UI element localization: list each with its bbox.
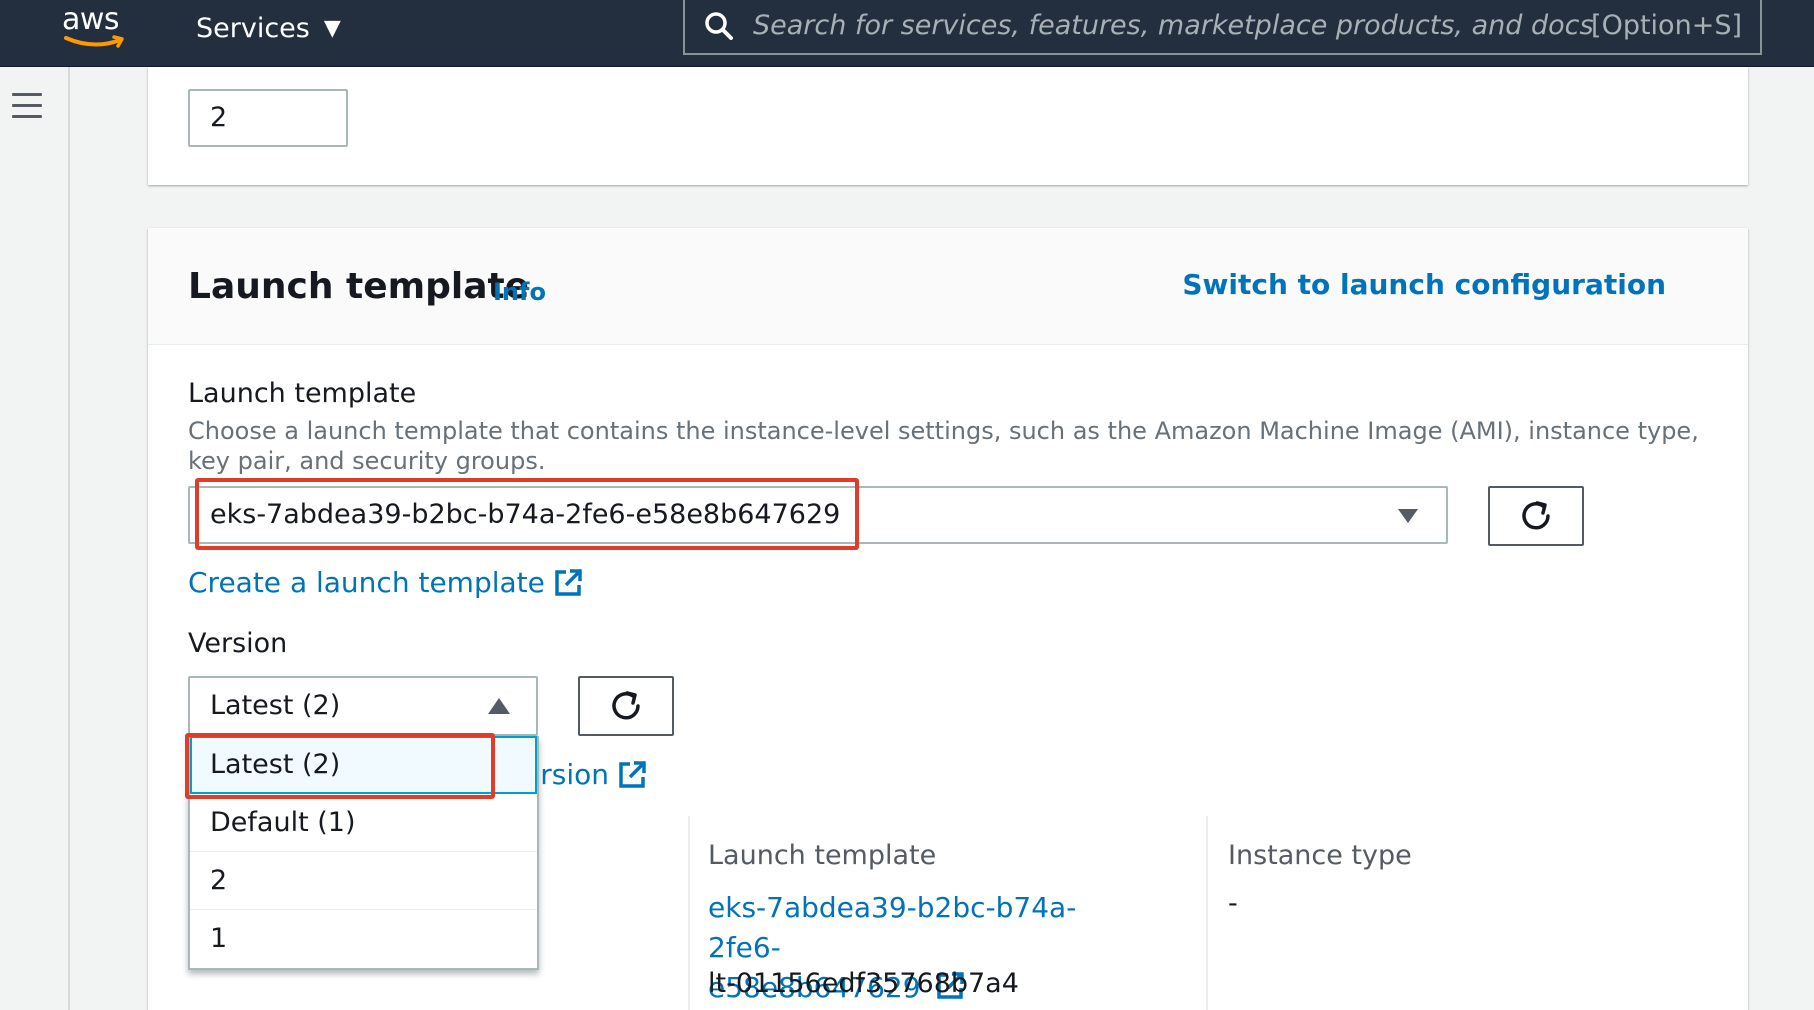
launch-template-selected-value: eks-7abdea39-b2bc-b74a-2fe6-e58e8b647629 xyxy=(210,499,841,530)
launch-template-description: Choose a launch template that contains t… xyxy=(188,417,1699,475)
version-option-latest[interactable]: Latest (2) xyxy=(190,736,537,794)
side-navigation-collapsed xyxy=(0,67,70,1010)
refresh-launch-templates-button[interactable] xyxy=(1488,486,1584,546)
aws-logo-text: aws xyxy=(62,2,120,37)
version-selected-value: Latest (2) xyxy=(210,690,341,721)
launch-template-field-label: Launch template xyxy=(188,378,417,409)
section-title: Launch template xyxy=(188,266,530,307)
refresh-versions-button[interactable] xyxy=(578,676,674,736)
external-link-icon xyxy=(619,760,646,788)
caret-down-icon: ▼ xyxy=(323,15,341,41)
refresh-icon xyxy=(1522,501,1550,530)
services-label: Services xyxy=(196,12,310,44)
version-option-default[interactable]: Default (1) xyxy=(190,794,537,852)
external-link-icon xyxy=(555,568,582,596)
section-header: Launch template Info Switch to launch co… xyxy=(148,228,1748,345)
info-link[interactable]: Info xyxy=(493,278,546,306)
switch-to-launch-configuration-link[interactable]: Switch to launch configuration xyxy=(1182,268,1666,301)
services-menu-button[interactable]: Services ▼ xyxy=(196,8,341,48)
maximum-capacity-input[interactable]: 2 xyxy=(188,89,348,147)
chevron-up-icon xyxy=(488,698,510,714)
search-bar[interactable]: Search for services, features, marketpla… xyxy=(683,0,1762,55)
aws-smile-icon xyxy=(64,35,124,48)
version-dropdown-list: Latest (2) Default (1) 2 1 xyxy=(188,736,539,970)
launch-template-select[interactable]: eks-7abdea39-b2bc-b74a-2fe6-e58e8b647629 xyxy=(188,486,1448,544)
version-field-label: Version xyxy=(188,628,288,659)
details-divider xyxy=(1206,816,1208,1010)
details-launch-template-name-line1: eks-7abdea39-b2bc-b74a-2fe6- xyxy=(708,891,1077,964)
details-instance-type-value: - xyxy=(1228,888,1238,919)
details-divider xyxy=(688,816,690,1010)
search-placeholder[interactable]: Search for services, features, marketpla… xyxy=(753,10,1594,41)
create-launch-template-link[interactable]: Create a launch template xyxy=(188,566,583,599)
version-select[interactable]: Latest (2) xyxy=(188,676,538,736)
create-launch-template-label: Create a launch template xyxy=(188,566,545,599)
chevron-down-icon xyxy=(1398,509,1418,523)
version-option-1[interactable]: 1 xyxy=(190,910,537,968)
details-launch-template-id: lt-01156edf35768b7a4 xyxy=(708,968,1019,999)
search-shortcut-hint: [Option+S] xyxy=(1591,10,1742,41)
details-launch-template-label: Launch template xyxy=(708,840,937,871)
aws-logo[interactable]: aws xyxy=(60,2,132,58)
top-navigation-bar: aws Services ▼ Search for services, feat… xyxy=(0,0,1814,67)
hamburger-menu-icon[interactable] xyxy=(12,93,42,119)
create-launch-template-version-link[interactable]: ersion xyxy=(523,758,647,791)
refresh-icon xyxy=(612,691,640,720)
search-icon xyxy=(705,12,733,40)
capacity-section: 2 xyxy=(148,67,1748,185)
version-option-2[interactable]: 2 xyxy=(190,852,537,910)
details-instance-type-label: Instance type xyxy=(1228,840,1412,871)
